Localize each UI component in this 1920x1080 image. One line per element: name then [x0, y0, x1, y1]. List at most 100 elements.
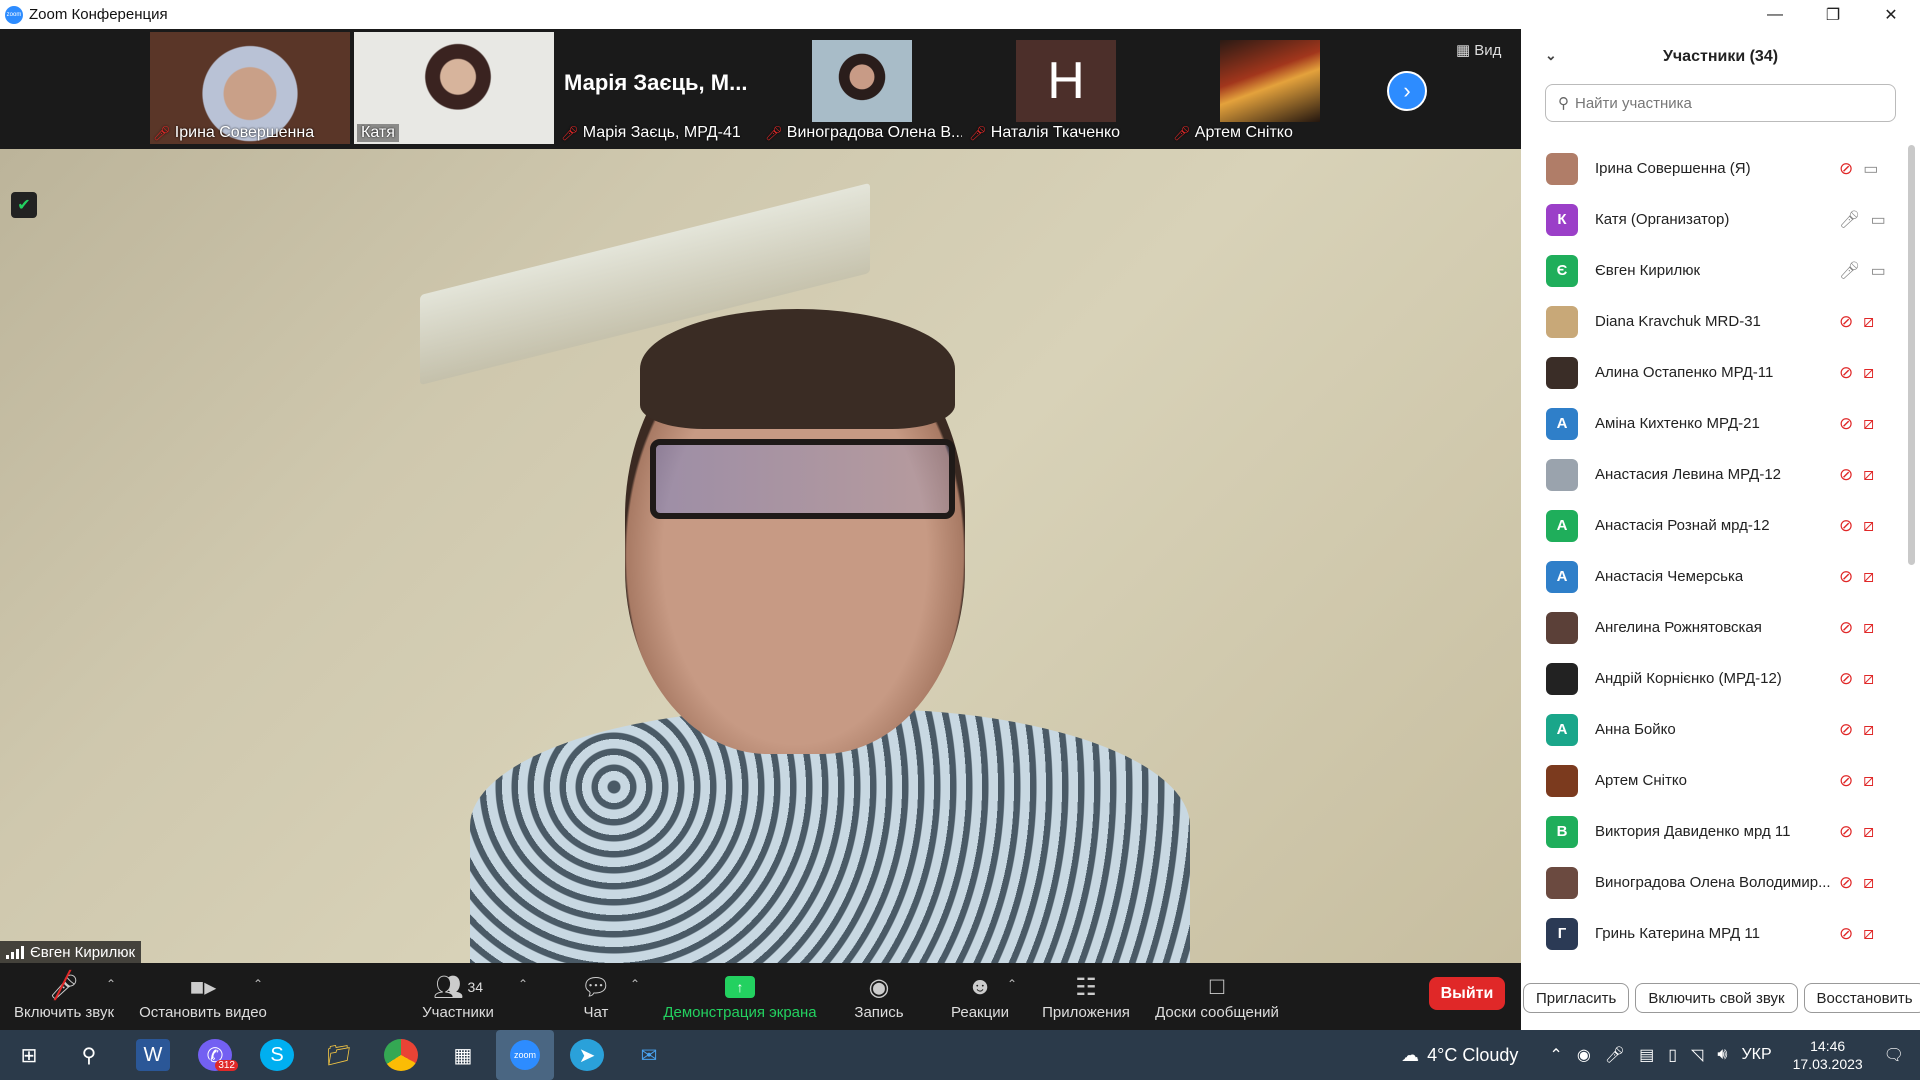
scrollbar[interactable] — [1908, 145, 1915, 565]
thumbnail-tile[interactable]: Н 🎤︎ Наталія Ткаченко — [966, 32, 1166, 144]
reactions-button[interactable]: ☻ Реакции — [948, 963, 1012, 1030]
language-indicator[interactable]: УКР — [1741, 1046, 1771, 1064]
search-input[interactable] — [1575, 94, 1875, 112]
thumbnail-tile[interactable]: 🎤︎ Виноградова Олена В... — [762, 32, 962, 144]
share-screen-button[interactable]: ↑ Демонстрация экрана — [660, 963, 820, 1030]
word-icon[interactable]: W — [136, 1039, 170, 1071]
camera-off-icon[interactable]: ⧄ — [1863, 924, 1874, 944]
participant-row[interactable]: A Анна Бойко ⊘ ⧄ — [1521, 704, 1906, 755]
mic-icon[interactable]: 🎤︎ — [1839, 210, 1861, 230]
participant-row[interactable]: Diana Kravchuk MRD-31 ⊘ ⧄ — [1521, 296, 1906, 347]
camera-off-icon[interactable]: ⧄ — [1863, 465, 1874, 485]
chevron-down-icon[interactable]: ⌄ — [1545, 47, 1557, 64]
muted-mic-icon[interactable]: ⊘ — [1839, 618, 1853, 638]
participant-row[interactable]: Ангелина Рожнятовская ⊘ ⧄ — [1521, 602, 1906, 653]
participant-row[interactable]: В Виктория Давиденко мрд 11 ⊘ ⧄ — [1521, 806, 1906, 857]
mail-icon[interactable]: ✉ — [632, 1039, 666, 1071]
participant-row[interactable]: Алина Остапенко МРД-11 ⊘ ⧄ — [1521, 347, 1906, 398]
muted-mic-icon[interactable]: ⊘ — [1839, 516, 1853, 536]
camera-off-icon[interactable]: ⧄ — [1863, 822, 1874, 842]
file-explorer-icon[interactable]: 📁︎ — [322, 1039, 356, 1071]
camera-off-icon[interactable]: ⧄ — [1863, 873, 1874, 893]
next-page-button[interactable]: › — [1387, 71, 1427, 111]
whiteboards-button[interactable]: □ Доски сообщений — [1152, 963, 1282, 1030]
participants-button[interactable]: 👥︎ 34 Участники — [418, 963, 498, 1030]
chat-button[interactable]: 💬︎ Чат — [575, 963, 617, 1030]
audio-options-caret-icon[interactable]: ⌃ — [106, 977, 116, 991]
apps-button[interactable]: ☷ Приложения — [1040, 963, 1132, 1030]
camera-off-icon[interactable]: ⧄ — [1863, 771, 1874, 791]
participants-options-caret-icon[interactable]: ⌃ — [518, 977, 528, 991]
microphone-tray-icon[interactable]: 🎤︎ — [1605, 1045, 1625, 1065]
participant-row[interactable]: Г Гринь Катерина МРД 11 ⊘ ⧄ — [1521, 908, 1906, 959]
camera-icon[interactable]: ▭ — [1863, 159, 1878, 179]
skype-icon[interactable]: S — [260, 1039, 294, 1071]
view-button[interactable]: ▦ Вид — [1456, 41, 1501, 60]
participant-row[interactable]: Артем Снітко ⊘ ⧄ — [1521, 755, 1906, 806]
search-icon[interactable]: ⚲ — [72, 1039, 106, 1071]
restore-icon[interactable]: ❐ — [1804, 0, 1862, 29]
muted-mic-icon[interactable]: ⊘ — [1839, 669, 1853, 689]
camera-icon[interactable]: ▭ — [1871, 210, 1886, 230]
thumbnail-tile[interactable]: 🎤︎ Ірина Совершенна — [150, 32, 350, 144]
muted-mic-icon[interactable]: ⊘ — [1839, 720, 1853, 740]
close-icon[interactable]: ✕ — [1862, 0, 1920, 29]
volume-icon[interactable]: 🔊︎ — [1717, 1046, 1727, 1064]
muted-mic-icon[interactable]: ⊘ — [1839, 873, 1853, 893]
muted-mic-icon[interactable]: ⊘ — [1839, 822, 1853, 842]
camera-off-icon[interactable]: ⧄ — [1863, 516, 1874, 536]
muted-mic-icon[interactable]: ⊘ — [1839, 414, 1853, 434]
participant-row[interactable]: Виноградова Олена Володимир... ⊘ ⧄ — [1521, 857, 1906, 908]
muted-mic-icon[interactable]: ⊘ — [1839, 312, 1853, 332]
participant-row[interactable]: Андрій Корнієнко (МРД-12) ⊘ ⧄ — [1521, 653, 1906, 704]
chevron-up-icon[interactable]: ⌃ — [1549, 1045, 1562, 1065]
participant-row[interactable]: Анастасия Левина МРД-12 ⊘ ⧄ — [1521, 449, 1906, 500]
camera-off-icon[interactable]: ⧄ — [1863, 567, 1874, 587]
thumbnail-tile[interactable]: Марія Заєць, М... 🎤︎ Марія Заєць, МРД-41 — [558, 32, 758, 144]
reactions-options-caret-icon[interactable]: ⌃ — [1007, 977, 1017, 991]
muted-mic-icon[interactable]: ⊘ — [1839, 363, 1853, 383]
leave-button[interactable]: Выйти — [1429, 977, 1505, 1010]
muted-mic-icon[interactable]: ⊘ — [1839, 465, 1853, 485]
muted-mic-icon[interactable]: ⊘ — [1839, 159, 1853, 179]
notifications-icon[interactable]: 🗨︎ — [1884, 1045, 1904, 1065]
stop-video-button[interactable]: ■▸ Остановить видео — [138, 963, 268, 1030]
participant-row[interactable]: А Анастасія Чемерська ⊘ ⧄ — [1521, 551, 1906, 602]
store-icon[interactable]: ▦ — [446, 1039, 480, 1071]
record-button[interactable]: ◉ Запись — [850, 963, 908, 1030]
wifi-icon[interactable]: ◹ — [1691, 1045, 1703, 1065]
participant-row[interactable]: К Катя (Организатор) 🎤︎ ▭ — [1521, 194, 1906, 245]
clock[interactable]: 14:46 17.03.2023 — [1793, 1037, 1863, 1073]
battery-icon[interactable]: ▯ — [1668, 1045, 1677, 1065]
mic-icon[interactable]: 🎤︎ — [1839, 261, 1861, 281]
camera-off-icon[interactable]: ⧄ — [1863, 414, 1874, 434]
video-options-caret-icon[interactable]: ⌃ — [253, 977, 263, 991]
camera-off-icon[interactable]: ⧄ — [1863, 720, 1874, 740]
participant-row[interactable]: Ірина Совершенна (Я) ⊘ ▭ — [1521, 143, 1906, 194]
camera-icon[interactable]: ▭ — [1871, 261, 1886, 281]
participant-row[interactable]: А Аміна Кихтенко МРД-21 ⊘ ⧄ — [1521, 398, 1906, 449]
minimize-icon[interactable]: — — [1746, 0, 1804, 29]
telegram-icon[interactable]: ➤ — [570, 1039, 604, 1071]
thumbnail-tile[interactable]: Катя — [354, 32, 554, 144]
participant-row[interactable]: Є Євген Кирилюк 🎤︎ ▭ — [1521, 245, 1906, 296]
unmute-button[interactable]: 🎤︎ ╱ Включить звук — [10, 963, 118, 1030]
thumbnail-tile[interactable]: 🎤︎ Артем Снітко — [1170, 32, 1370, 144]
viber-icon[interactable]: ✆ 312 — [198, 1039, 238, 1071]
unmute-self-button[interactable]: Включить свой звук — [1635, 983, 1798, 1013]
camera-off-icon[interactable]: ⧄ — [1863, 669, 1874, 689]
participant-row[interactable]: А Анастасія Рознай мрд-12 ⊘ ⧄ — [1521, 500, 1906, 551]
chat-options-caret-icon[interactable]: ⌃ — [630, 977, 640, 991]
muted-mic-icon[interactable]: ⊘ — [1839, 771, 1853, 791]
muted-mic-icon[interactable]: ⊘ — [1839, 924, 1853, 944]
record-tray-icon[interactable]: ◉ — [1577, 1045, 1591, 1065]
restore-button[interactable]: Восстановить — [1803, 983, 1920, 1013]
network-icon[interactable]: ▤ — [1639, 1045, 1654, 1065]
invite-button[interactable]: Пригласить — [1523, 983, 1630, 1013]
muted-mic-icon[interactable]: ⊘ — [1839, 567, 1853, 587]
chrome-icon[interactable] — [384, 1039, 418, 1071]
weather-widget[interactable]: ☁ 4°C Cloudy — [1401, 1045, 1518, 1066]
camera-off-icon[interactable]: ⧄ — [1863, 618, 1874, 638]
windows-start-icon[interactable]: ⊞ — [12, 1039, 46, 1071]
zoom-taskbar-icon[interactable]: zoom — [496, 1030, 554, 1080]
